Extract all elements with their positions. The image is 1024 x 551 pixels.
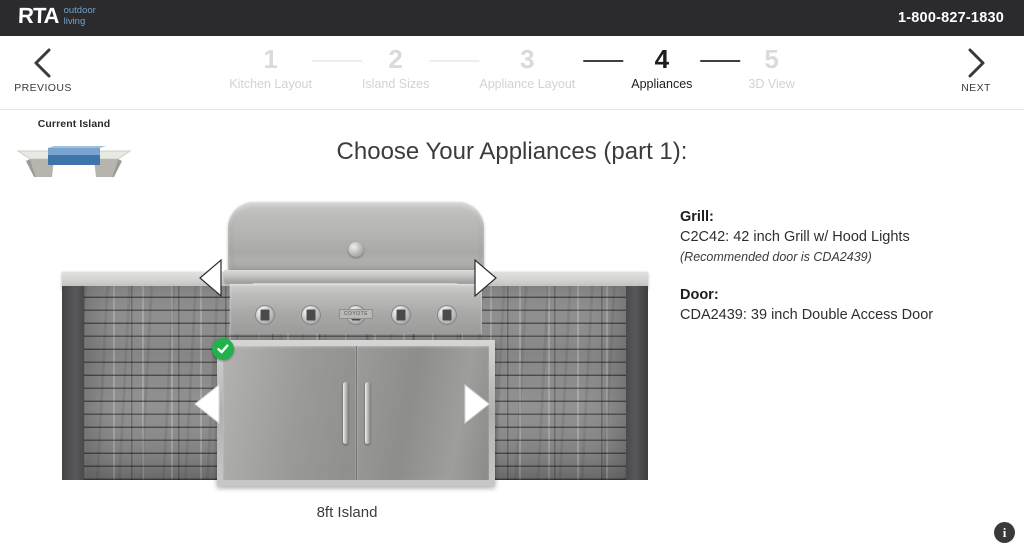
step-connector-2 — [429, 60, 480, 62]
step-label-2: Island Sizes — [361, 77, 430, 91]
grill-knob-2[interactable] — [300, 305, 321, 325]
logo-tagline-line1: outdoor — [63, 5, 96, 16]
grill-knob-5[interactable] — [436, 305, 457, 325]
current-island-title: Current Island — [37, 118, 111, 130]
chevron-right-icon — [963, 46, 989, 80]
step-number-4: 4 — [654, 44, 670, 74]
grill-knob-4[interactable] — [391, 305, 412, 325]
info-icon[interactable]: i — [994, 522, 1015, 543]
island-preview: COYOTE — [62, 196, 648, 496]
next-button[interactable]: NEXT — [933, 46, 1019, 94]
grill-spec-value: C2C42: 42 inch Grill w/ Hood Lights — [680, 229, 910, 245]
next-label: NEXT — [961, 82, 991, 94]
step-item-4[interactable]: 4 Appliances — [631, 44, 692, 91]
current-island-diagram-icon — [14, 146, 134, 187]
door-handle-right — [364, 382, 370, 444]
logo-wordmark: RTA — [17, 3, 60, 28]
logo-tagline: outdoor living — [63, 5, 96, 27]
top-header-bar: RTA outdoor living 1-800-827-1830 — [0, 0, 1024, 36]
island-side-left — [62, 286, 84, 480]
step-connector-4 — [700, 60, 741, 62]
grill-hood — [228, 202, 484, 272]
door-spec-value: CDA2439: 39 inch Double Access Door — [680, 307, 934, 323]
step-connector-1 — [311, 60, 362, 62]
step-label-1: Kitchen Layout — [229, 77, 312, 91]
grill-spec-heading: Grill: — [680, 209, 714, 225]
access-door-appliance[interactable] — [217, 340, 495, 486]
triangle-right-icon-door[interactable] — [462, 382, 492, 426]
hood-handle-knob — [348, 242, 364, 257]
previous-button[interactable]: PREVIOUS — [0, 46, 86, 94]
step-item-1[interactable]: 1 Kitchen Layout — [229, 44, 312, 91]
previous-label: PREVIOUS — [14, 82, 72, 94]
step-list: 1 Kitchen Layout 2 Island Sizes 3 Applia… — [229, 44, 795, 91]
spec-divider — [680, 267, 1000, 285]
brand-logo[interactable]: RTA outdoor living — [17, 3, 96, 28]
appliance-spec-panel: Grill: C2C42: 42 inch Grill w/ Hood Ligh… — [680, 207, 1000, 326]
info-icon-label: i — [1002, 524, 1007, 540]
triangle-left-icon-grill[interactable] — [198, 258, 224, 298]
grill-spec-note: (Recommended door is CDA2439) — [680, 250, 872, 264]
island-side-right — [626, 286, 648, 480]
step-number-5: 5 — [764, 44, 779, 74]
island-size-caption: 8ft Island — [316, 504, 378, 521]
door-handle-left — [342, 382, 348, 444]
grill-brand-badge: COYOTE — [338, 309, 374, 319]
chevron-left-icon — [30, 46, 56, 80]
step-label-4: Appliances — [631, 77, 693, 91]
triangle-left-icon-door[interactable] — [192, 382, 222, 426]
step-item-5[interactable]: 5 3D View — [748, 44, 794, 91]
grill-lip — [224, 270, 488, 283]
step-connector-3 — [583, 60, 624, 62]
step-navigation-bar: PREVIOUS 1 Kitchen Layout 2 Island Sizes… — [0, 36, 1024, 110]
check-circle-icon[interactable] — [212, 338, 234, 360]
logo-tagline-line2: living — [63, 15, 86, 27]
step-label-3: Appliance Layout — [479, 77, 576, 91]
grill-control-panel: COYOTE — [230, 284, 482, 334]
step-label-5: 3D View — [748, 77, 795, 91]
door-spec-heading: Door: — [680, 287, 719, 303]
step-item-3[interactable]: 3 Appliance Layout — [479, 44, 575, 91]
door-leaf-left[interactable] — [223, 346, 356, 480]
step-number-2: 2 — [388, 44, 403, 74]
page-title: Choose Your Appliances (part 1): — [336, 138, 688, 165]
grill-appliance[interactable]: COYOTE — [222, 196, 490, 334]
step-number-3: 3 — [520, 44, 535, 74]
step-number-1: 1 — [263, 44, 278, 74]
phone-number[interactable]: 1-800-827-1830 — [898, 10, 1004, 26]
door-leaves — [223, 346, 489, 480]
step-item-2[interactable]: 2 Island Sizes — [362, 44, 429, 91]
grill-knob-1[interactable] — [255, 305, 276, 325]
triangle-right-icon-grill[interactable] — [472, 258, 498, 298]
